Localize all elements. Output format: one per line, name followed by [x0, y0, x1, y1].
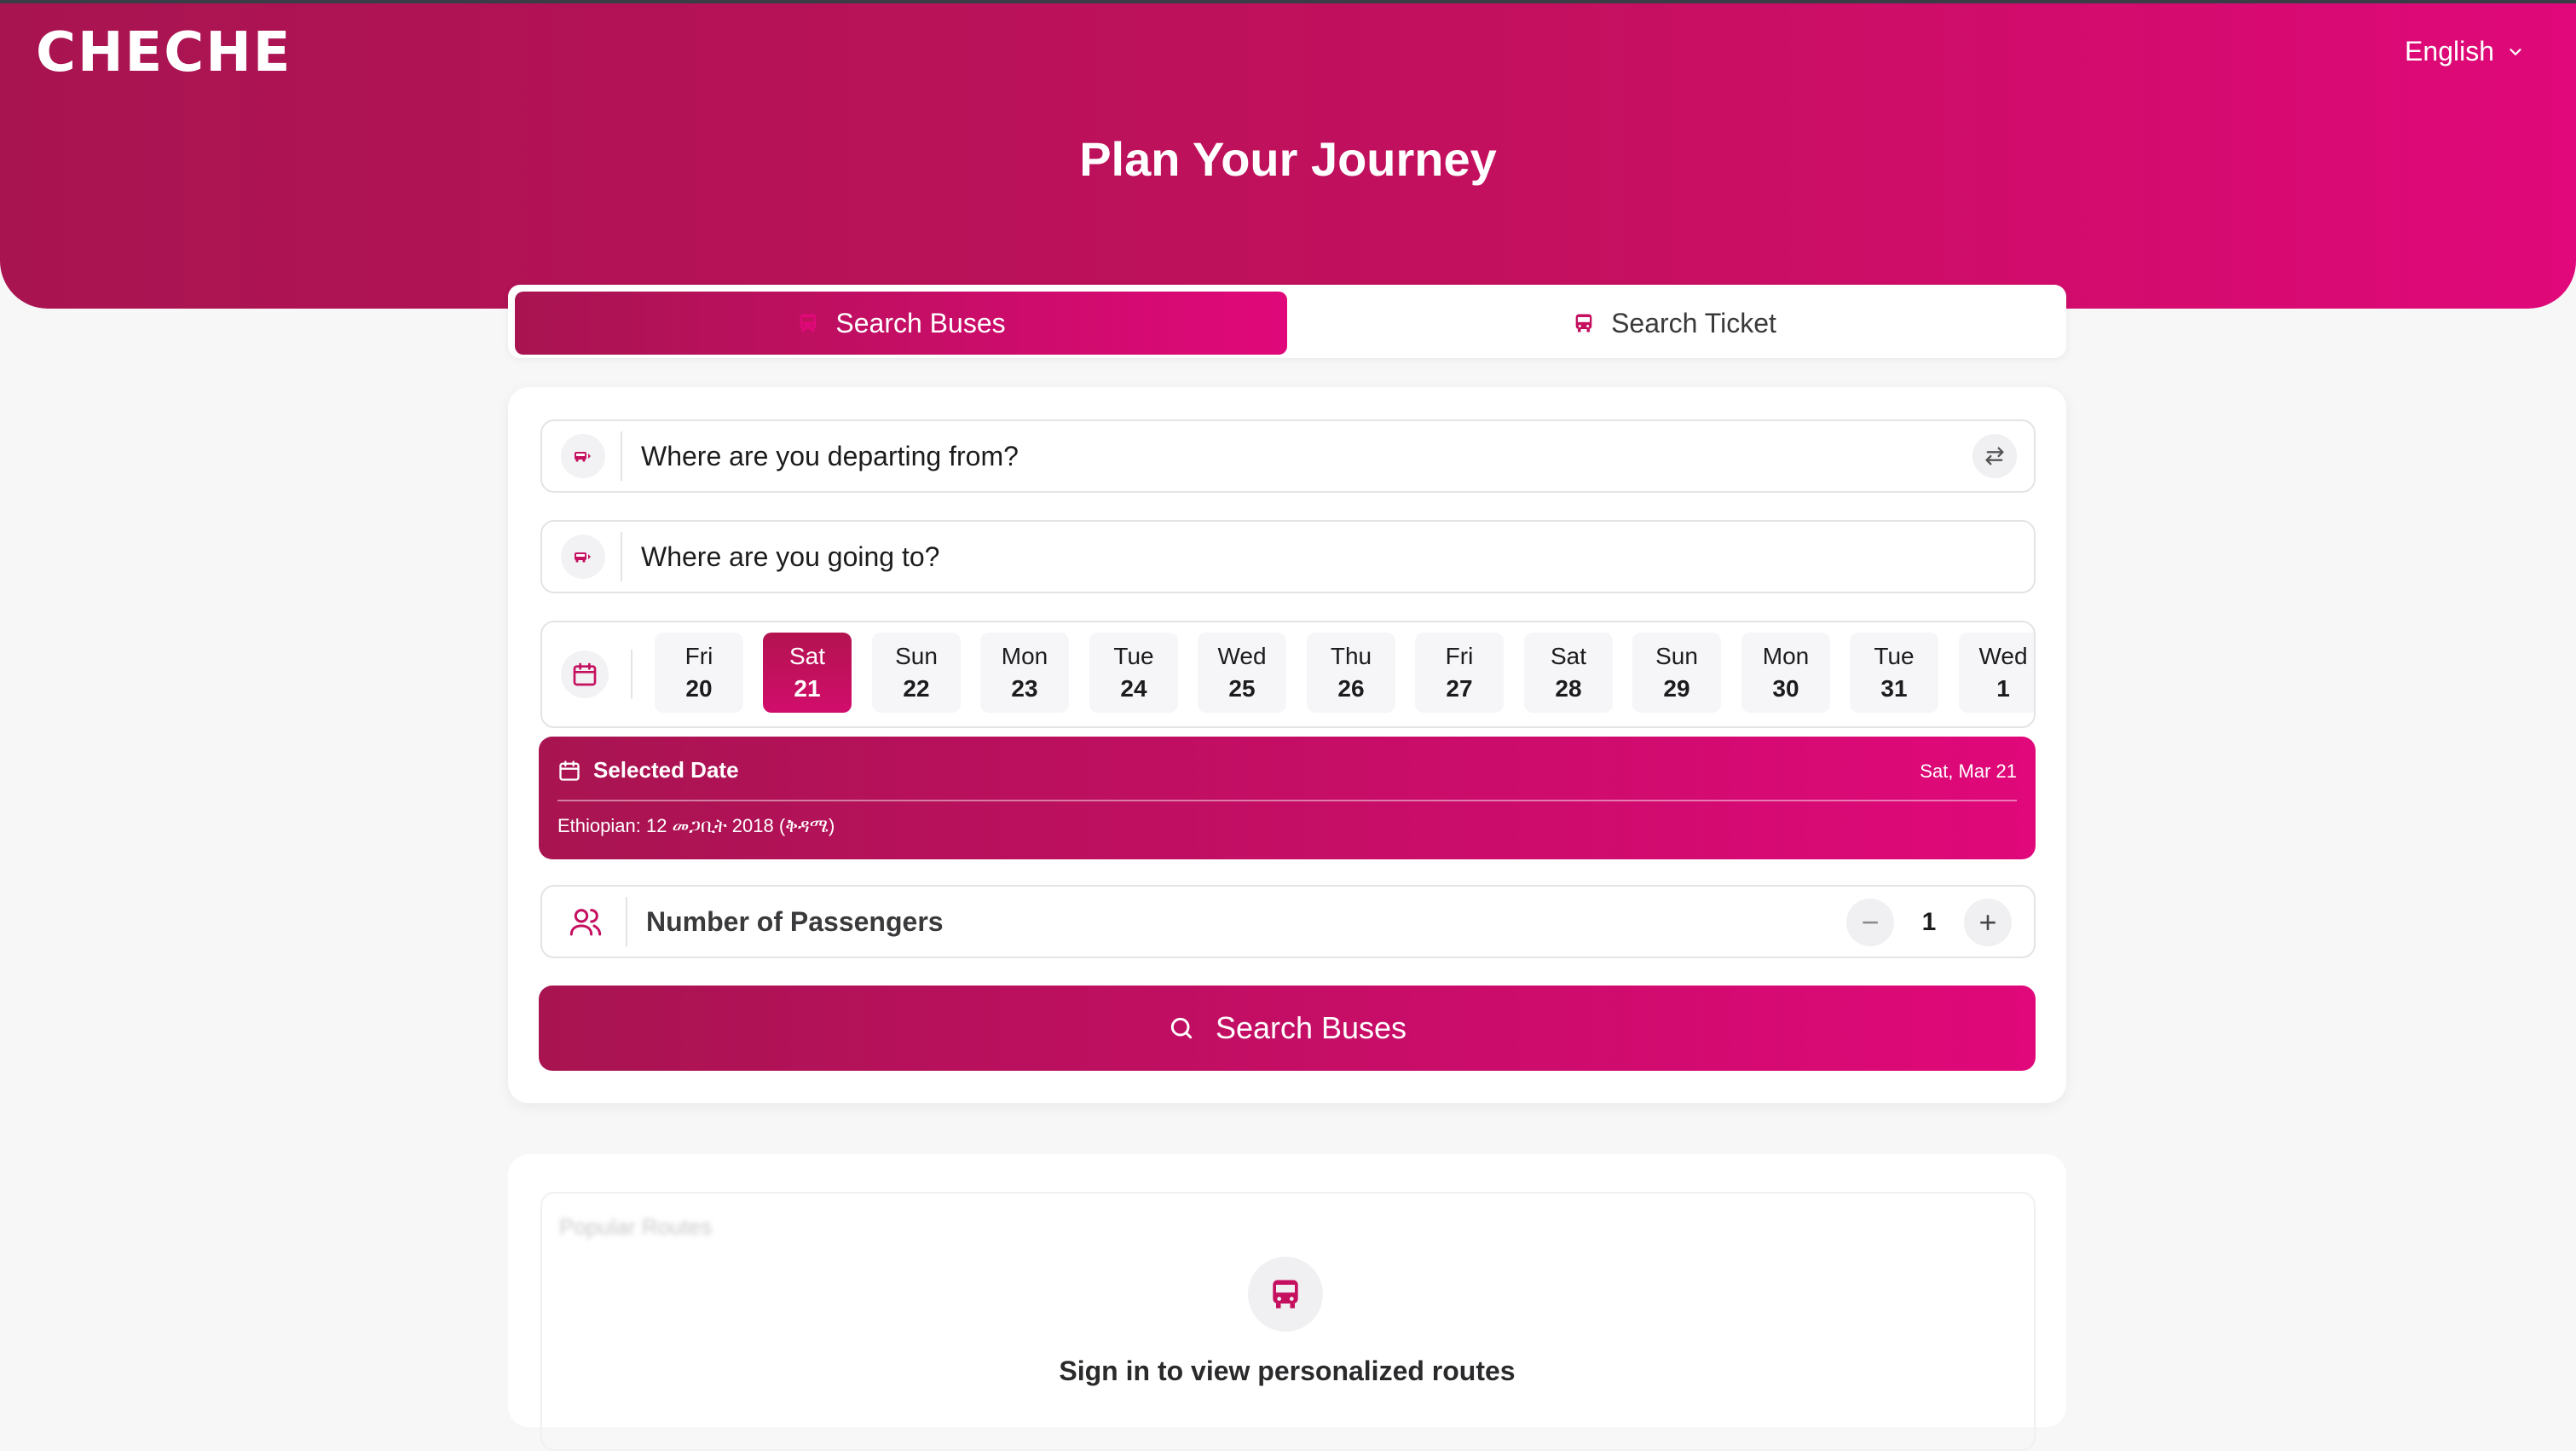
destination-field[interactable]: Where are you going to? [540, 520, 2036, 593]
field-divider [621, 532, 622, 581]
selected-date-label: Selected Date [593, 757, 739, 783]
hero-header: CHECHE English Plan Your Journey [0, 3, 2576, 309]
date-option[interactable]: Thu 26 [1307, 633, 1395, 713]
swap-arrows-icon [1985, 447, 2004, 465]
date-number: 30 [1772, 675, 1799, 702]
tab-label: Search Ticket [1611, 307, 1776, 338]
date-weekday: Mon [1762, 643, 1810, 669]
date-option[interactable]: Sun 22 [872, 633, 961, 713]
signin-prompt[interactable]: Sign in to view personalized routes [508, 1356, 2066, 1387]
date-weekday: Thu [1330, 643, 1372, 669]
selected-date-value: Sat, Mar 21 [1920, 760, 2017, 782]
window-top-border [0, 0, 2576, 3]
calendar-icon [559, 760, 580, 781]
calendar-icon [573, 662, 597, 686]
destination-bus-icon-wrap [561, 535, 605, 579]
date-weekday: Mon [1001, 643, 1048, 669]
date-number: 27 [1446, 675, 1473, 702]
date-weekday: Sat [788, 643, 826, 669]
chevron-down-icon [2510, 48, 2521, 55]
field-divider [626, 897, 627, 946]
bus-arrival-icon [575, 552, 591, 563]
departure-field[interactable]: Where are you departing from? [540, 419, 2036, 493]
tab-search-ticket[interactable]: Search Ticket [1289, 292, 2059, 355]
date-number: 31 [1880, 675, 1908, 702]
divider [557, 800, 2017, 801]
search-mode-tabs: Search Buses Search Ticket [508, 285, 2066, 358]
decrement-button[interactable]: − [1846, 899, 1894, 946]
date-option-selected[interactable]: Sat 21 [763, 633, 852, 713]
date-option[interactable]: Mon 30 [1741, 633, 1830, 713]
date-number: 23 [1011, 675, 1038, 702]
tab-search-buses[interactable]: Search Buses [515, 292, 1287, 355]
search-button-label: Search Buses [1215, 1010, 1407, 1045]
calendar-button[interactable] [561, 650, 609, 698]
date-option[interactable]: Fri 27 [1415, 633, 1504, 713]
date-weekday: Sun [1655, 643, 1698, 669]
date-option[interactable]: Fri 20 [655, 633, 743, 713]
search-form-card: Where are you departing from? Where are … [508, 387, 2066, 1103]
swap-button[interactable] [1972, 434, 2017, 478]
date-weekday: Sun [895, 643, 938, 669]
date-option[interactable]: Tue 24 [1089, 633, 1178, 713]
date-number: 22 [903, 675, 930, 702]
date-weekday: Fri [684, 643, 713, 669]
bus-icon-wrap [1248, 1257, 1323, 1332]
passenger-count: 1 [1921, 908, 1937, 936]
date-picker-strip: Fri 20 Sat 21 Sun 22 Mon 23 Tue 24 Wed 25 Thu 2… [540, 621, 2036, 728]
popular-routes-card: Popular Routes Sign in to view personali… [508, 1154, 2066, 1451]
date-weekday: Tue [1113, 643, 1154, 669]
popular-routes-title: Popular Routes [559, 1214, 713, 1240]
passenger-stepper: − 1 + [1846, 899, 2012, 946]
date-number: 26 [1337, 675, 1365, 702]
date-weekday: Wed [1978, 643, 2028, 669]
brand-logo[interactable]: CHECHE [36, 26, 292, 80]
tab-label: Search Buses [835, 307, 1006, 338]
bus-icon [800, 314, 817, 332]
search-buses-button[interactable]: Search Buses [539, 986, 2036, 1071]
date-number: 29 [1663, 675, 1690, 702]
passengers-field: Number of Passengers − 1 + [540, 885, 2036, 958]
bus-icon [1273, 1280, 1298, 1309]
language-selector[interactable]: English [2405, 36, 2525, 67]
date-weekday: Tue [1874, 643, 1915, 669]
date-number: 21 [794, 675, 821, 702]
page-title: Plan Your Journey [1079, 132, 1497, 186]
ethiopian-date: Ethiopian: 12 መጋቢት 2018 (ቅዳሜ) [557, 815, 835, 836]
language-label: English [2405, 36, 2494, 66]
date-weekday: Sat [1550, 643, 1587, 669]
date-option[interactable]: Tue 31 [1850, 633, 1938, 713]
date-number: 24 [1120, 675, 1147, 702]
date-number: 1 [1996, 675, 2010, 702]
selected-date-header: Selected Date [557, 757, 739, 783]
departure-input[interactable]: Where are you departing from? [641, 441, 1019, 472]
bus-icon [1575, 314, 1592, 332]
date-option[interactable]: Wed 1 [1959, 633, 2034, 713]
date-option[interactable]: Sun 29 [1632, 633, 1721, 713]
search-icon [1170, 1017, 1193, 1039]
passengers-icon-wrap [561, 897, 610, 946]
users-icon [569, 909, 602, 936]
date-option[interactable]: Sat 28 [1524, 633, 1613, 713]
date-number: 28 [1555, 675, 1582, 702]
date-number: 25 [1228, 675, 1256, 702]
passengers-label: Number of Passengers [646, 905, 944, 937]
date-weekday: Fri [1445, 643, 1474, 669]
date-option[interactable]: Wed 25 [1198, 633, 1286, 713]
date-number: 20 [685, 675, 713, 702]
selected-date-panel: Selected Date Sat, Mar 21 Ethiopian: 12 … [539, 737, 2036, 859]
field-divider [621, 431, 622, 481]
date-option[interactable]: Mon 23 [980, 633, 1069, 713]
date-weekday: Wed [1217, 643, 1267, 669]
departure-bus-icon-wrap [561, 434, 605, 478]
date-divider [631, 650, 632, 699]
increment-button[interactable]: + [1964, 899, 2012, 946]
destination-input[interactable]: Where are you going to? [641, 541, 939, 573]
bus-departure-icon [575, 452, 591, 462]
